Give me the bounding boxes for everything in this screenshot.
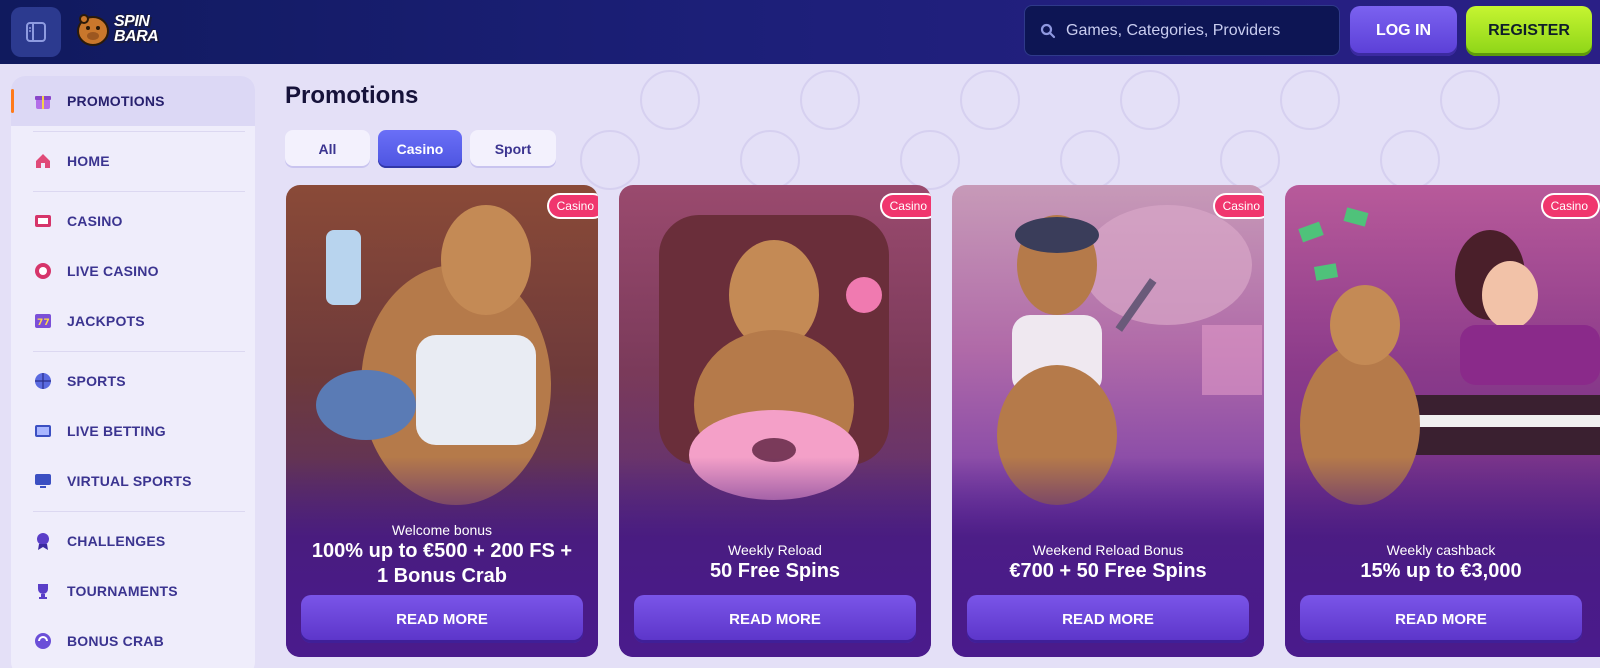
sidebar-toggle-button[interactable] bbox=[11, 7, 61, 57]
casino-icon bbox=[33, 211, 53, 231]
sidebar-item-promotions[interactable]: PROMOTIONS bbox=[11, 76, 255, 126]
svg-text:77: 77 bbox=[37, 318, 50, 328]
top-header: SPIN BARA LOG IN REGISTER bbox=[0, 0, 1600, 64]
slot-777-icon: 77 bbox=[33, 311, 53, 331]
sidebar-item-live-casino[interactable]: LIVE CASINO bbox=[11, 246, 255, 296]
promo-title: 15% up to €3,000 bbox=[1360, 560, 1522, 582]
home-icon bbox=[33, 151, 53, 171]
tab-casino[interactable]: Casino bbox=[378, 130, 462, 168]
sidebar-item-label: BONUS CRAB bbox=[67, 633, 164, 649]
medal-icon bbox=[33, 531, 53, 551]
sidebar-toggle-icon bbox=[26, 22, 46, 42]
gift-icon bbox=[33, 91, 53, 111]
sidebar-item-label: CHALLENGES bbox=[67, 533, 166, 549]
sidebar-item-casino[interactable]: CASINO bbox=[11, 196, 255, 246]
sidebar-item-label: TOURNAMENTS bbox=[67, 583, 178, 599]
sidebar-item-label: HOME bbox=[67, 153, 110, 169]
background-swirl bbox=[900, 130, 960, 190]
capybara-logo-icon bbox=[77, 14, 109, 46]
sidebar-item-sports[interactable]: SPORTS bbox=[11, 356, 255, 406]
sidebar-item-tournaments[interactable]: TOURNAMENTS bbox=[11, 566, 255, 616]
sidebar-divider bbox=[33, 131, 245, 132]
background-swirl bbox=[1380, 130, 1440, 190]
background-swirl bbox=[1120, 70, 1180, 130]
category-badge: Casino bbox=[1542, 195, 1598, 217]
promo-subtitle: Weekend Reload Bonus bbox=[1032, 542, 1184, 558]
register-button[interactable]: REGISTER bbox=[1466, 6, 1592, 56]
sidebar-divider bbox=[33, 191, 245, 192]
tab-sport[interactable]: Sport bbox=[470, 130, 556, 168]
page-title: Promotions bbox=[285, 82, 419, 109]
category-badge: Casino bbox=[1214, 195, 1264, 217]
promo-subtitle: Weekly cashback bbox=[1386, 542, 1496, 558]
read-more-button[interactable]: READ MORE bbox=[634, 595, 916, 643]
promo-card-weekend-reload[interactable]: Casino Weekend Reload Bonus €700 + 50 Fr… bbox=[952, 185, 1264, 657]
search-bar[interactable] bbox=[1024, 5, 1340, 56]
promo-card-weekly-reload[interactable]: Casino Weekly Reload 50 Free Spins READ … bbox=[619, 185, 931, 657]
sidebar-divider bbox=[33, 351, 245, 352]
sidebar-divider bbox=[33, 511, 245, 512]
crab-icon bbox=[33, 631, 53, 651]
sidebar-item-label: CASINO bbox=[67, 213, 123, 229]
search-input[interactable] bbox=[1066, 21, 1336, 40]
background-swirl bbox=[800, 70, 860, 130]
sidebar-item-label: PROMOTIONS bbox=[67, 93, 165, 109]
background-swirl bbox=[1220, 130, 1280, 190]
chip-icon bbox=[33, 261, 53, 281]
promo-title: 50 Free Spins bbox=[709, 560, 841, 582]
sidebar-item-label: LIVE CASINO bbox=[67, 263, 159, 279]
sidebar-item-label: JACKPOTS bbox=[67, 313, 145, 329]
background-swirl bbox=[640, 70, 700, 130]
logo-wordmark: SPIN BARA bbox=[114, 13, 159, 45]
monitor-icon bbox=[33, 471, 53, 491]
category-badge: Casino bbox=[548, 195, 598, 217]
background-swirl bbox=[1440, 70, 1500, 130]
promo-card-weekly-cashback[interactable]: Casino Weekly cashback 15% up to €3,000 … bbox=[1285, 185, 1600, 657]
tab-all[interactable]: All bbox=[285, 130, 370, 168]
background-swirl bbox=[1060, 130, 1120, 190]
sidebar-item-challenges[interactable]: CHALLENGES bbox=[11, 516, 255, 566]
background-swirl bbox=[1280, 70, 1340, 130]
sidebar-item-bonus-crab[interactable]: BONUS CRAB bbox=[11, 616, 255, 666]
promo-card-welcome-bonus[interactable]: Casino Welcome bonus 100% up to €500 + 2… bbox=[286, 185, 598, 657]
live-tv-icon bbox=[33, 421, 53, 441]
promo-subtitle: Weekly Reload bbox=[728, 542, 822, 558]
spinbara-logo[interactable]: SPIN BARA bbox=[76, 8, 188, 50]
search-icon bbox=[1040, 23, 1056, 38]
background-swirl bbox=[960, 70, 1020, 130]
category-badge: Casino bbox=[881, 195, 931, 217]
sidebar-item-label: LIVE BETTING bbox=[67, 423, 166, 439]
read-more-button[interactable]: READ MORE bbox=[1300, 595, 1582, 643]
sidebar-item-label: VIRTUAL SPORTS bbox=[67, 473, 192, 489]
background-swirl bbox=[740, 130, 800, 190]
sidebar-item-label: SPORTS bbox=[67, 373, 126, 389]
sidebar-item-live-betting[interactable]: LIVE BETTING bbox=[11, 406, 255, 456]
read-more-button[interactable]: READ MORE bbox=[301, 595, 583, 643]
sidebar-item-home[interactable]: HOME bbox=[11, 136, 255, 186]
sidebar-nav: PROMOTIONS HOME CASINO LIVE CASINO 77 JA… bbox=[11, 76, 255, 668]
sidebar-item-virtual-sports[interactable]: VIRTUAL SPORTS bbox=[11, 456, 255, 506]
sidebar-item-jackpots[interactable]: 77 JACKPOTS bbox=[11, 296, 255, 346]
login-button[interactable]: LOG IN bbox=[1350, 6, 1457, 56]
promo-title: €700 + 50 Free Spins bbox=[1009, 560, 1207, 582]
trophy-icon bbox=[33, 581, 53, 601]
basketball-icon bbox=[33, 371, 53, 391]
read-more-button[interactable]: READ MORE bbox=[967, 595, 1249, 643]
promo-subtitle: Welcome bonus bbox=[391, 522, 493, 538]
promo-title: 100% up to €500 + 200 FS + 1 Bonus Crab bbox=[311, 540, 573, 587]
background-swirl bbox=[580, 130, 640, 190]
